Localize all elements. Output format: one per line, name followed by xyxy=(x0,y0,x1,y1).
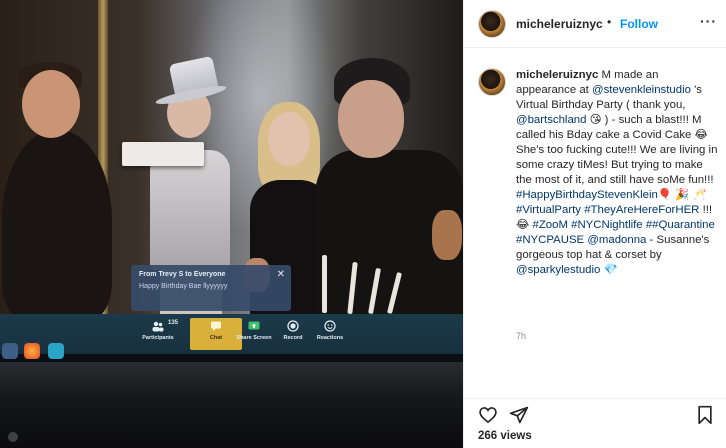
candle xyxy=(322,255,327,313)
desktop-dock xyxy=(0,340,80,362)
hashtag-link[interactable]: #TheyAreHereForHER xyxy=(584,204,699,216)
paper-plane-icon[interactable] xyxy=(509,405,529,430)
caption-text-part: !!! xyxy=(699,204,713,216)
smiley-icon xyxy=(324,320,336,332)
guest-right-face xyxy=(338,80,404,158)
reactions-button[interactable]: Reactions xyxy=(304,318,356,350)
chat-message: Happy Birthday Bae llyyyyyy xyxy=(139,283,228,290)
camera-dot xyxy=(8,432,18,442)
chat-bubble-icon xyxy=(210,320,222,332)
action-bar xyxy=(464,398,726,428)
guest-left-face xyxy=(22,70,80,138)
guest-blonde-face xyxy=(268,112,310,166)
hashtag-link[interactable]: ##Quarantine xyxy=(646,219,715,231)
emoji: 💎 xyxy=(603,264,618,276)
hashtag-link[interactable]: #HappyBirthdayStevenKlein xyxy=(516,189,658,201)
emoji: 😂 xyxy=(516,219,530,231)
close-icon[interactable]: ✕ xyxy=(277,269,285,280)
mention-link[interactable]: @bartschland xyxy=(516,114,586,126)
caption-text-part: She's too fucking cute!!! We are living … xyxy=(516,144,718,186)
browser-icon[interactable] xyxy=(24,343,40,359)
emoji: 😘 xyxy=(589,114,602,126)
hand xyxy=(432,210,462,260)
zoom-chat-popup[interactable]: From Trevy S to Everyone Happy Birthday … xyxy=(131,265,291,311)
cake-box xyxy=(122,142,204,166)
emoji: 🥂 xyxy=(692,189,707,201)
header-username[interactable]: micheleruiznyc xyxy=(516,17,603,31)
app-icon[interactable] xyxy=(2,343,18,359)
mention-link[interactable]: @stevenkleinstudio xyxy=(592,84,691,96)
caption-text: micheleruiznyc M made an appearance at @… xyxy=(516,68,720,278)
share-screen-icon xyxy=(248,320,260,332)
emoji: 🎉 xyxy=(675,189,690,201)
hashtag-link[interactable]: #ZooM xyxy=(532,219,567,231)
monitor-bezel xyxy=(0,362,463,448)
post-media[interactable]: From Trevy S to Everyone Happy Birthday … xyxy=(0,0,463,448)
caption-section: micheleruiznyc M made an appearance at @… xyxy=(464,48,726,388)
app-icon[interactable] xyxy=(48,343,64,359)
post-header: micheleruiznyc • Follow ··· xyxy=(464,0,726,48)
hashtag-link[interactable]: #VirtualParty xyxy=(516,204,581,216)
post-sidebar: micheleruiznyc • Follow ··· micheleruizn… xyxy=(463,0,726,448)
avatar[interactable] xyxy=(478,10,506,38)
avatar[interactable] xyxy=(478,68,506,96)
post-time[interactable]: 7h xyxy=(516,331,526,341)
participants-label: Participants xyxy=(142,335,174,341)
chat-sender: From Trevy S to Everyone xyxy=(139,271,226,278)
record-icon xyxy=(287,320,299,332)
people-icon xyxy=(152,320,164,332)
emoji: 🎈 xyxy=(657,189,673,201)
guest-tophat-corset xyxy=(150,150,230,270)
follow-button[interactable]: Follow xyxy=(620,17,658,31)
mention-link[interactable]: @madonna xyxy=(587,234,646,246)
participants-button[interactable]: 135 Participants xyxy=(132,318,184,350)
heart-icon[interactable] xyxy=(478,405,498,430)
separator-dot: • xyxy=(607,15,612,29)
guest-left-body xyxy=(2,130,112,320)
bookmark-icon[interactable] xyxy=(696,405,714,430)
hashtag-link[interactable]: #NYCNightlife xyxy=(571,219,643,231)
participants-count: 135 xyxy=(168,320,179,326)
mention-link[interactable]: @sparkylestudio xyxy=(516,264,600,276)
emoji: 😂 xyxy=(694,129,708,141)
view-count[interactable]: 266 views xyxy=(478,430,532,442)
caption-username[interactable]: micheleruiznyc xyxy=(516,69,598,81)
reactions-label: Reactions xyxy=(316,335,344,341)
ellipsis-icon[interactable]: ··· xyxy=(700,13,717,29)
hashtag-link[interactable]: #NYCPAUSE xyxy=(516,234,584,246)
